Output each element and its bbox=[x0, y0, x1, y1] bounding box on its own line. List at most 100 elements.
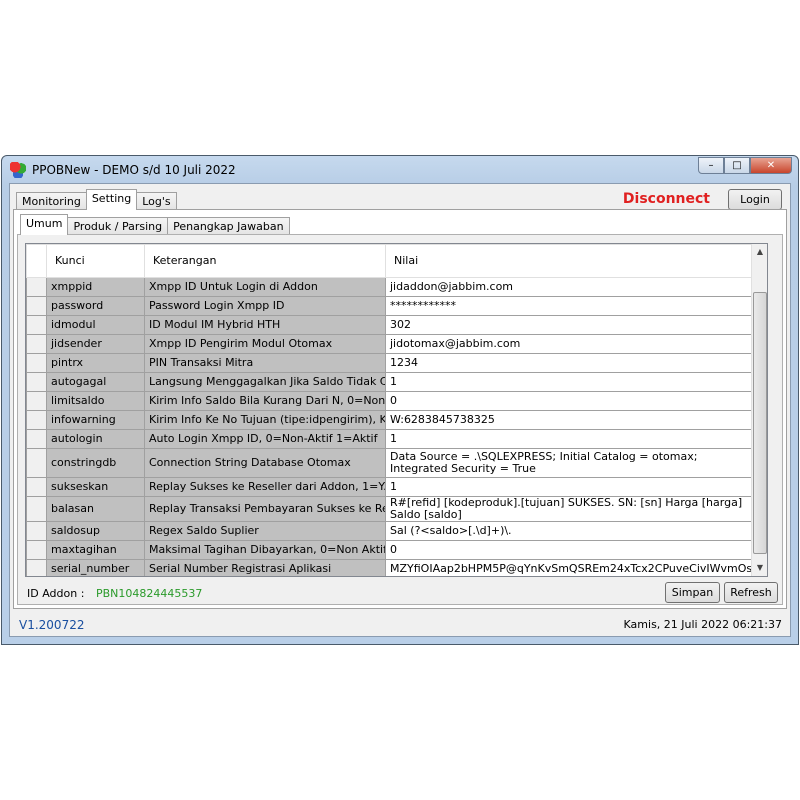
row-header[interactable] bbox=[26, 334, 47, 354]
table-row[interactable]: pintrx PIN Transaksi Mitra 1234 bbox=[26, 353, 754, 373]
cell-keterangan[interactable]: Kirim Info Saldo Bila Kurang Dari N, 0=N… bbox=[144, 391, 386, 411]
cell-keterangan[interactable]: Xmpp ID Pengirim Modul Otomax bbox=[144, 334, 386, 354]
cell-keterangan[interactable]: ID Modul IM Hybrid HTH bbox=[144, 315, 386, 335]
row-header[interactable] bbox=[26, 559, 47, 576]
cell-nilai[interactable]: 0 bbox=[385, 540, 754, 560]
cell-kunci[interactable]: autogagal bbox=[46, 372, 145, 392]
row-header[interactable] bbox=[26, 353, 47, 373]
cell-kunci[interactable]: infowarning bbox=[46, 410, 145, 430]
cell-keterangan[interactable]: Kirim Info Ke No Tujuan (tipe:idpengirim… bbox=[144, 410, 386, 430]
cell-nilai[interactable]: 1 bbox=[385, 477, 754, 497]
cell-keterangan[interactable]: PIN Transaksi Mitra bbox=[144, 353, 386, 373]
cell-nilai[interactable]: 1 bbox=[385, 372, 754, 392]
cell-keterangan[interactable]: Xmpp ID Untuk Login di Addon bbox=[144, 277, 386, 297]
table-row[interactable]: constringdb Connection String Database Ot… bbox=[26, 448, 754, 478]
row-header[interactable] bbox=[26, 521, 47, 541]
column-header-kunci[interactable]: Kunci bbox=[46, 244, 145, 278]
cell-nilai[interactable]: 1234 bbox=[385, 353, 754, 373]
cell-kunci[interactable]: idmodul bbox=[46, 315, 145, 335]
cell-keterangan[interactable]: Maksimal Tagihan Dibayarkan, 0=Non Aktif bbox=[144, 540, 386, 560]
refresh-button[interactable]: Refresh bbox=[724, 582, 778, 603]
login-button[interactable]: Login bbox=[728, 189, 782, 210]
row-header[interactable] bbox=[26, 296, 47, 316]
cell-kunci[interactable]: sukseskan bbox=[46, 477, 145, 497]
cell-nilai[interactable]: 0 bbox=[385, 391, 754, 411]
cell-keterangan[interactable]: Connection String Database Otomax bbox=[144, 448, 386, 478]
row-header[interactable] bbox=[26, 429, 47, 449]
cell-kunci[interactable]: password bbox=[46, 296, 145, 316]
close-button[interactable]: ✕ bbox=[750, 157, 792, 174]
version-label: V1.200722 bbox=[19, 618, 85, 632]
column-header-nilai[interactable]: Nilai bbox=[385, 244, 754, 278]
cell-nilai[interactable]: Data Source = .\SQLEXPRESS; Initial Cata… bbox=[385, 448, 754, 478]
tab-setting[interactable]: Setting bbox=[85, 189, 138, 210]
cell-kunci[interactable]: balasan bbox=[46, 496, 145, 522]
table-row[interactable]: serial_number Serial Number Registrasi Ap… bbox=[26, 559, 754, 576]
id-addon-value: PBN104824445537 bbox=[96, 587, 203, 600]
cell-kunci[interactable]: xmppid bbox=[46, 277, 145, 297]
row-header[interactable] bbox=[26, 277, 47, 297]
row-header[interactable] bbox=[26, 448, 47, 478]
tab-monitoring[interactable]: Monitoring bbox=[16, 192, 87, 210]
table-row[interactable]: idmodul ID Modul IM Hybrid HTH 302 bbox=[26, 315, 754, 335]
scroll-up-icon[interactable]: ▲ bbox=[752, 244, 767, 260]
cell-kunci[interactable]: pintrx bbox=[46, 353, 145, 373]
table-row[interactable]: autologin Auto Login Xmpp ID, 0=Non-Aktif… bbox=[26, 429, 754, 449]
table-row[interactable]: infowarning Kirim Info Ke No Tujuan (tipe… bbox=[26, 410, 754, 430]
tab-penangkap-jawaban[interactable]: Penangkap Jawaban bbox=[167, 217, 290, 235]
cell-kunci[interactable]: saldosup bbox=[46, 521, 145, 541]
title-bar: PPOBNew - DEMO s/d 10 Juli 2022 – □ ✕ bbox=[2, 156, 798, 183]
minimize-button[interactable]: – bbox=[698, 157, 724, 174]
row-header[interactable] bbox=[26, 410, 47, 430]
table-row[interactable]: password Password Login Xmpp ID **********… bbox=[26, 296, 754, 316]
cell-kunci[interactable]: constringdb bbox=[46, 448, 145, 478]
table-row[interactable]: autogagal Langsung Menggagalkan Jika Sald… bbox=[26, 372, 754, 392]
cell-nilai[interactable]: ************ bbox=[385, 296, 754, 316]
cell-nilai[interactable]: W:6283845738325 bbox=[385, 410, 754, 430]
table-row[interactable]: limitsaldo Kirim Info Saldo Bila Kurang D… bbox=[26, 391, 754, 411]
cell-kunci[interactable]: serial_number bbox=[46, 559, 145, 576]
cell-kunci[interactable]: autologin bbox=[46, 429, 145, 449]
table-row[interactable]: xmppid Xmpp ID Untuk Login di Addon jidadd… bbox=[26, 277, 754, 297]
cell-nilai[interactable]: 1 bbox=[385, 429, 754, 449]
cell-nilai[interactable]: MZYfiOIAap2bHPM5P@qYnKvSmQSREm24xTcx2CPu… bbox=[385, 559, 754, 576]
row-header[interactable] bbox=[26, 315, 47, 335]
table-row[interactable]: sukseskan Replay Sukses ke Reseller dari … bbox=[26, 477, 754, 497]
row-header-corner bbox=[26, 244, 47, 278]
cell-keterangan[interactable]: Replay Sukses ke Reseller dari Addon, 1=… bbox=[144, 477, 386, 497]
cell-nilai[interactable]: R#[refid] [kodeproduk].[tujuan] SUKSES. … bbox=[385, 496, 754, 522]
row-header[interactable] bbox=[26, 540, 47, 560]
cell-keterangan[interactable]: Serial Number Registrasi Aplikasi bbox=[144, 559, 386, 576]
maximize-button[interactable]: □ bbox=[724, 157, 750, 174]
row-header[interactable] bbox=[26, 477, 47, 497]
cell-keterangan[interactable]: Regex Saldo Suplier bbox=[144, 521, 386, 541]
cell-keterangan[interactable]: Langsung Menggagalkan Jika Saldo Tidak C… bbox=[144, 372, 386, 392]
save-button[interactable]: Simpan bbox=[665, 582, 720, 603]
row-header[interactable] bbox=[26, 391, 47, 411]
cell-keterangan[interactable]: Auto Login Xmpp ID, 0=Non-Aktif 1=Aktif bbox=[144, 429, 386, 449]
cell-nilai[interactable]: Sal (?<saldo>[.\d]+)\. bbox=[385, 521, 754, 541]
cell-kunci[interactable]: limitsaldo bbox=[46, 391, 145, 411]
table-row[interactable]: jidsender Xmpp ID Pengirim Modul Otomax ji… bbox=[26, 334, 754, 354]
cell-kunci[interactable]: maxtagihan bbox=[46, 540, 145, 560]
cell-nilai[interactable]: 302 bbox=[385, 315, 754, 335]
cell-keterangan[interactable]: Replay Transaksi Pembayaran Sukses ke Re… bbox=[144, 496, 386, 522]
scroll-down-icon[interactable]: ▼ bbox=[752, 560, 767, 576]
tab-logs[interactable]: Log's bbox=[136, 192, 177, 210]
tab-produk-parsing[interactable]: Produk / Parsing bbox=[67, 217, 169, 235]
cell-kunci[interactable]: jidsender bbox=[46, 334, 145, 354]
tab-umum[interactable]: Umum bbox=[20, 214, 69, 235]
vertical-scrollbar[interactable]: ▲ ▼ bbox=[751, 244, 767, 576]
table-row[interactable]: maxtagihan Maksimal Tagihan Dibayarkan, 0… bbox=[26, 540, 754, 560]
cell-keterangan[interactable]: Password Login Xmpp ID bbox=[144, 296, 386, 316]
row-header[interactable] bbox=[26, 496, 47, 522]
table-row[interactable]: saldosup Regex Saldo Suplier Sal (?<saldo>… bbox=[26, 521, 754, 541]
row-header[interactable] bbox=[26, 372, 47, 392]
setting-panel: Umum Produk / Parsing Penangkap Jawaban … bbox=[13, 209, 787, 609]
app-icon bbox=[10, 161, 26, 178]
scrollbar-thumb[interactable] bbox=[753, 292, 767, 554]
cell-nilai[interactable]: jidaddon@jabbim.com bbox=[385, 277, 754, 297]
cell-nilai[interactable]: jidotomax@jabbim.com bbox=[385, 334, 754, 354]
column-header-keterangan[interactable]: Keterangan bbox=[144, 244, 386, 278]
table-row[interactable]: balasan Replay Transaksi Pembayaran Sukse… bbox=[26, 496, 754, 522]
